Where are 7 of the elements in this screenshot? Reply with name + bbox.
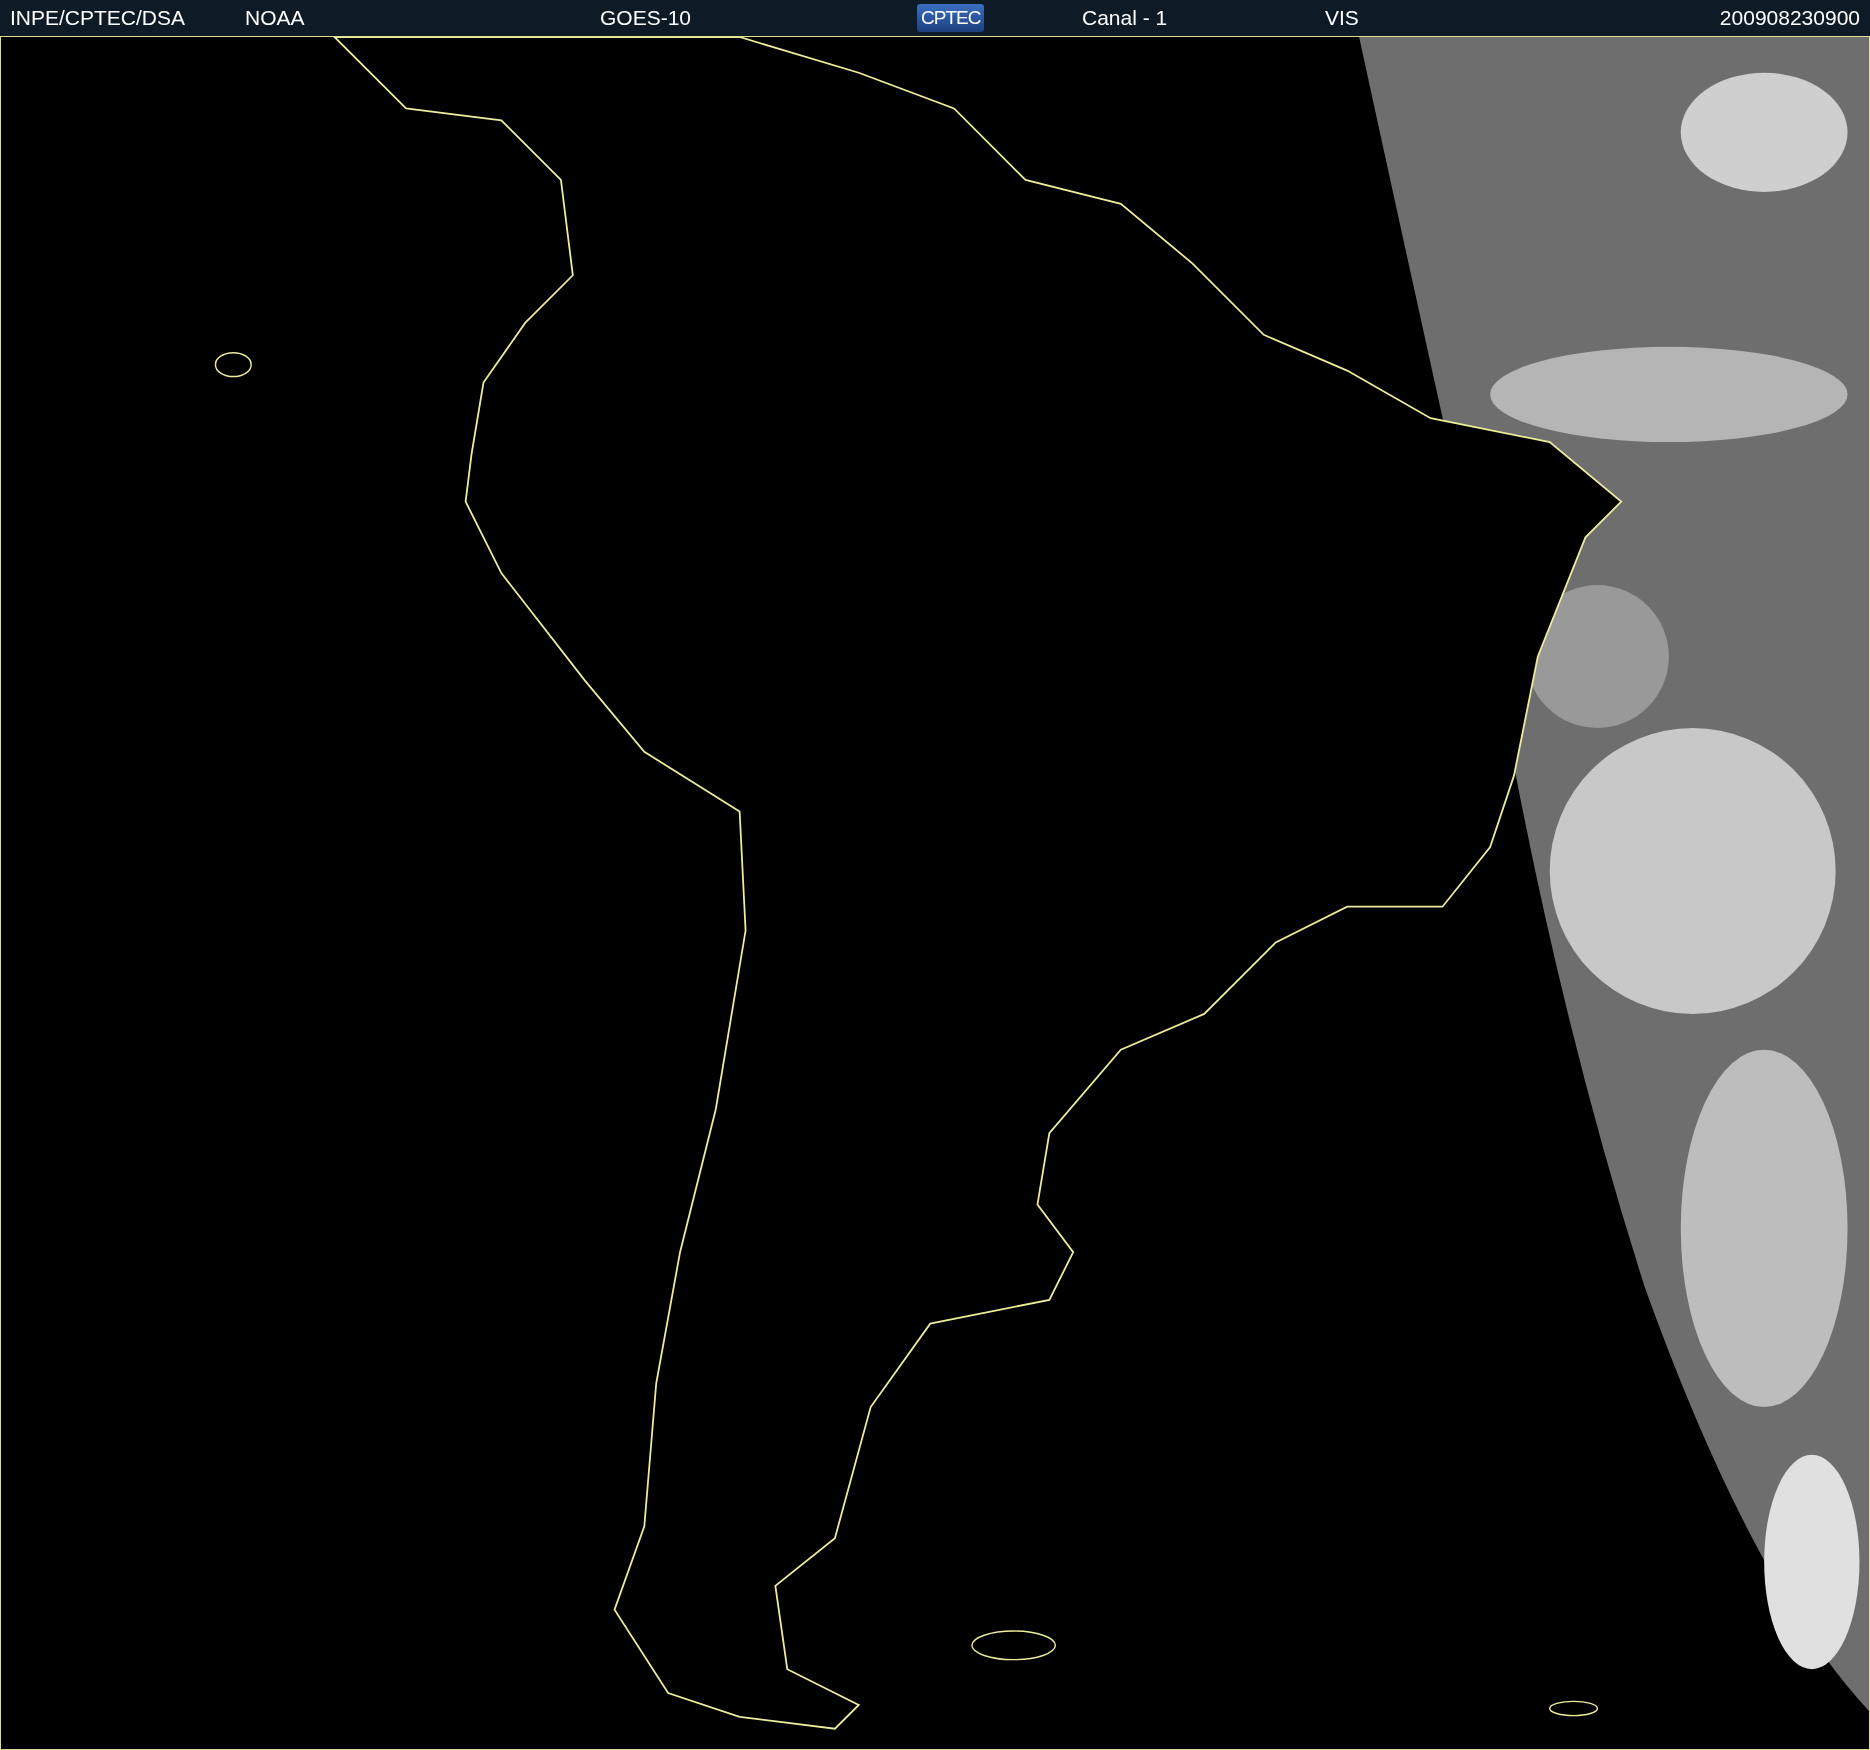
logo: CPTEC [917, 4, 985, 32]
header-label: GOES-10 [600, 6, 693, 30]
timestamp: 200908230900 [1719, 6, 1860, 30]
header-label: VIS [1325, 6, 1360, 30]
header-label: Canal - 1 [1082, 6, 1169, 30]
header-label: NOAA [245, 6, 306, 30]
header-label: INPE/CPTEC/DSA [10, 6, 187, 30]
